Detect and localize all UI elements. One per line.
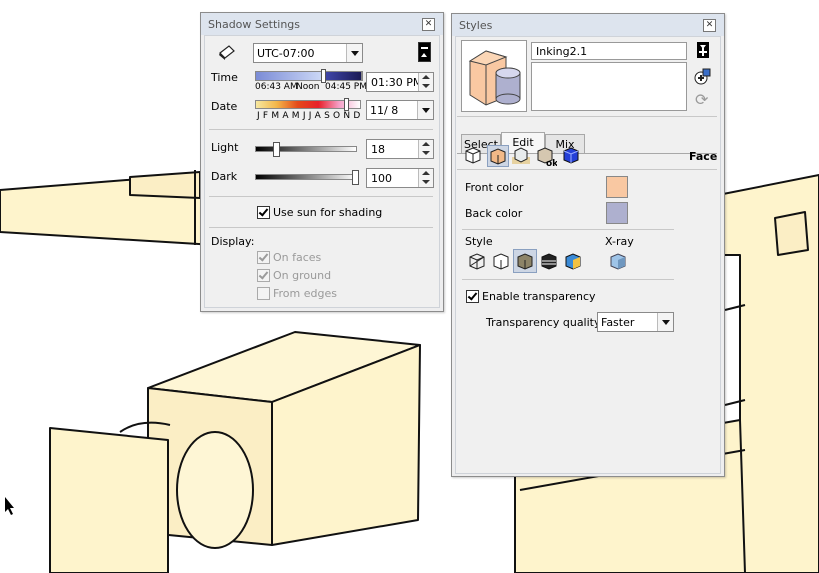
time-label: Time — [211, 71, 238, 84]
enable-transparency-checkbox[interactable] — [466, 290, 479, 303]
date-slider-thumb[interactable] — [344, 98, 349, 111]
date-value: 11/ 8 — [370, 104, 399, 117]
dark-label: Dark — [211, 170, 238, 183]
toggle-shadows-icon[interactable] — [217, 44, 237, 60]
dark-input[interactable]: 100 — [366, 168, 434, 188]
use-sun-label: Use sun for shading — [273, 206, 383, 219]
dark-spinner[interactable] — [418, 169, 433, 187]
close-icon[interactable]: ✕ — [422, 18, 435, 31]
from-edges-label: From edges — [273, 287, 337, 300]
on-faces-label: On faces — [273, 251, 322, 264]
divider — [209, 196, 433, 197]
create-style-icon[interactable] — [697, 42, 709, 58]
drawer-panel — [49, 427, 169, 573]
time-slider-dark-segment — [325, 71, 362, 81]
light-slider-thumb[interactable] — [273, 142, 280, 157]
transparency-quality-select[interactable]: Faster — [597, 312, 674, 332]
use-sun-checkbox[interactable] — [257, 206, 270, 219]
on-faces-checkbox[interactable] — [257, 251, 270, 264]
shadow-settings-titlebar[interactable]: Shadow Settings ✕ — [201, 13, 443, 35]
styles-titlebar[interactable]: Styles ✕ — [452, 14, 724, 36]
dark-slider-thumb[interactable] — [352, 170, 359, 185]
timezone-select[interactable]: UTC-07:00 — [253, 43, 363, 63]
on-ground-checkbox[interactable] — [257, 269, 270, 282]
time-value: 01:30 PM — [371, 76, 423, 89]
svg-text:ok: ok — [546, 159, 557, 167]
style-thumbnail — [461, 40, 527, 112]
chevron-down-icon[interactable] — [417, 101, 433, 119]
xray-label: X-ray — [605, 235, 634, 248]
light-input[interactable]: 18 — [366, 139, 434, 159]
back-color-swatch[interactable] — [606, 202, 628, 224]
date-select[interactable]: 11/ 8 — [366, 100, 434, 120]
modeling-settings-icon[interactable] — [561, 145, 581, 165]
section-title: Face — [689, 150, 718, 163]
edge-settings-icon[interactable] — [463, 145, 483, 165]
background-settings-icon[interactable] — [511, 145, 531, 165]
style-label: Style — [465, 235, 493, 248]
divider — [462, 279, 674, 280]
display-label: Display: — [211, 235, 255, 248]
refresh-icon[interactable]: ⟳ — [695, 92, 711, 108]
divider — [457, 116, 717, 117]
expand-details-icon[interactable] — [418, 42, 431, 62]
chevron-down-icon[interactable] — [346, 44, 362, 62]
shaded-textures-style-icon[interactable] — [539, 251, 559, 271]
from-edges-checkbox[interactable] — [257, 287, 270, 300]
on-ground-label: On ground — [273, 269, 332, 282]
drawer-front-face — [129, 171, 201, 199]
transparency-quality-label: Transparency quality: — [486, 316, 604, 329]
monochrome-style-icon[interactable] — [563, 251, 583, 271]
face-settings-icon[interactable] — [487, 145, 509, 167]
month-labels: J F M A M J J A S O N D — [257, 111, 361, 121]
xray-toggle-icon[interactable] — [608, 251, 628, 271]
wireframe-style-icon[interactable] — [467, 251, 487, 271]
time-spinner[interactable] — [418, 73, 433, 91]
shadow-settings-panel: Shadow Settings ✕ UTC-07:00 Time 06:43 A… — [200, 12, 444, 312]
shaded-style-icon[interactable] — [513, 249, 537, 273]
sunset-time: 04:45 PM — [325, 82, 367, 92]
divider — [209, 227, 433, 228]
time-input[interactable]: 01:30 PM — [366, 72, 434, 92]
light-slider[interactable] — [255, 146, 357, 152]
noon-marker: Noon — [296, 82, 320, 92]
date-label: Date — [211, 100, 238, 113]
dark-value: 100 — [371, 172, 392, 185]
light-spinner[interactable] — [418, 140, 433, 158]
transparency-quality-value: Faster — [601, 316, 635, 329]
watermark-settings-icon[interactable]: ok — [535, 145, 559, 169]
dark-slider[interactable] — [255, 174, 357, 180]
front-color-label: Front color — [465, 181, 524, 194]
divider — [457, 169, 717, 170]
styles-panel: Styles ✕ Inking2.1 ⟳ Select Edit Mix ok … — [451, 13, 725, 477]
chevron-down-icon[interactable] — [657, 313, 673, 331]
time-slider-thumb[interactable] — [321, 69, 326, 83]
enable-transparency-label: Enable transparency — [482, 290, 596, 303]
hidden-line-style-icon[interactable] — [491, 251, 511, 271]
style-preview-icon — [468, 50, 521, 106]
style-name-value: Inking2.1 — [536, 45, 588, 58]
style-description-input[interactable] — [531, 62, 687, 111]
sunrise-time: 06:43 AM — [255, 82, 298, 92]
update-style-icon[interactable] — [694, 68, 712, 86]
light-value: 18 — [371, 143, 385, 156]
front-color-swatch[interactable] — [606, 176, 628, 198]
light-label: Light — [211, 141, 239, 154]
divider — [462, 229, 674, 230]
close-icon[interactable]: ✕ — [703, 19, 716, 32]
shadow-settings-title: Shadow Settings — [208, 18, 301, 31]
style-name-input[interactable]: Inking2.1 — [531, 42, 687, 60]
timezone-value: UTC-07:00 — [257, 47, 315, 60]
styles-title: Styles — [459, 19, 493, 32]
back-color-label: Back color — [465, 207, 523, 220]
mouse-cursor-icon — [5, 497, 14, 515]
divider — [209, 129, 433, 130]
